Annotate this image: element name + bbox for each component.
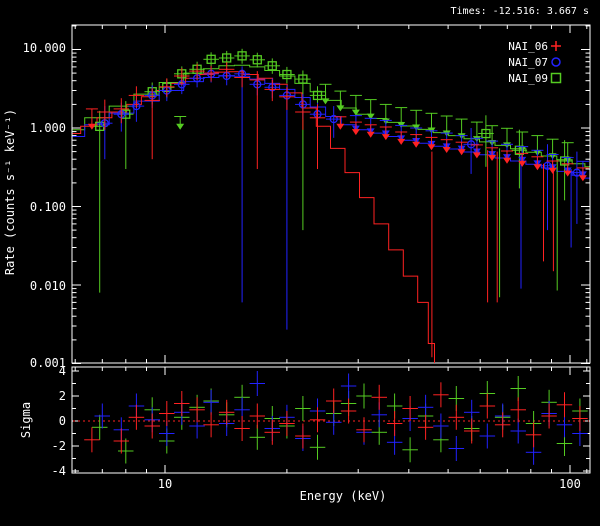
legend-label-nai07: NAI_07 [508,56,548,69]
upper-limit-arrow-icon [336,124,344,130]
residuals-plot-area [73,371,589,465]
plus-marker-icon [551,41,561,51]
sigma-points-NAI_07 [95,371,588,465]
upper-limit-arrow-icon [397,139,405,145]
xtick-100: 100 [559,477,581,491]
model-histogram-NAI_06 [72,72,437,367]
upper-limit-arrow-icon [176,124,184,130]
count-spectrum-chart: Times: -12.516: 3.667 s 10.000 1.000 0.1… [0,0,600,526]
upper-limit-arrow-icon [533,164,541,170]
sigma-tick-2: 2 [59,389,66,403]
sigma-tick-m4: -4 [52,464,66,478]
sigma-points-NAI_06 [84,382,588,453]
upper-limit-arrow-icon [382,134,390,140]
upper-limit-arrow-icon [367,132,375,138]
times-header: Times: -12.516: 3.667 s [451,6,589,17]
upper-limit-arrow-icon [427,144,435,150]
upper-limit-arrow-icon [352,129,360,135]
circle-marker-icon [552,58,560,66]
spectral-fit-window: Times: -12.516: 3.667 s 10.000 1.000 0.1… [0,0,600,526]
model-histogram-NAI_07 [72,76,590,179]
sigma-tick-0: 0 [59,414,66,428]
legend-label-nai06: NAI_06 [508,40,548,53]
square-marker-icon [552,74,561,83]
data-points-NAI_09 [92,49,574,297]
sigma-tick-m2: -2 [52,439,66,453]
upper-limit-arrow-icon [321,98,329,104]
legend: NAI_06 NAI_07 NAI_09 [508,40,561,85]
ytick-1: 1.000 [30,121,66,135]
sigma-axis-label: Sigma [19,402,33,438]
legend-item-nai07: NAI_07 [508,56,560,69]
upper-limit-arrow-icon [503,158,511,164]
ytick-10: 10.000 [23,41,66,55]
upper-limit-arrow-icon [443,147,451,153]
upper-limit-arrow-icon [473,152,481,158]
ytick-0p01: 0.010 [30,279,66,293]
xtick-10: 10 [158,477,172,491]
legend-item-nai09: NAI_09 [508,72,560,85]
upper-limit-arrow-icon [412,142,420,148]
energy-axis-label: Energy (keV) [300,489,387,503]
spectrum-plot-area [72,49,590,367]
upper-limit-arrow-icon [549,168,557,174]
sigma-tick-4: 4 [59,364,66,378]
legend-item-nai06: NAI_06 [508,40,561,53]
legend-label-nai09: NAI_09 [508,72,548,85]
rate-axis-label: Rate (counts s⁻¹ keV⁻¹) [3,109,17,275]
ytick-0p1: 0.100 [30,200,66,214]
